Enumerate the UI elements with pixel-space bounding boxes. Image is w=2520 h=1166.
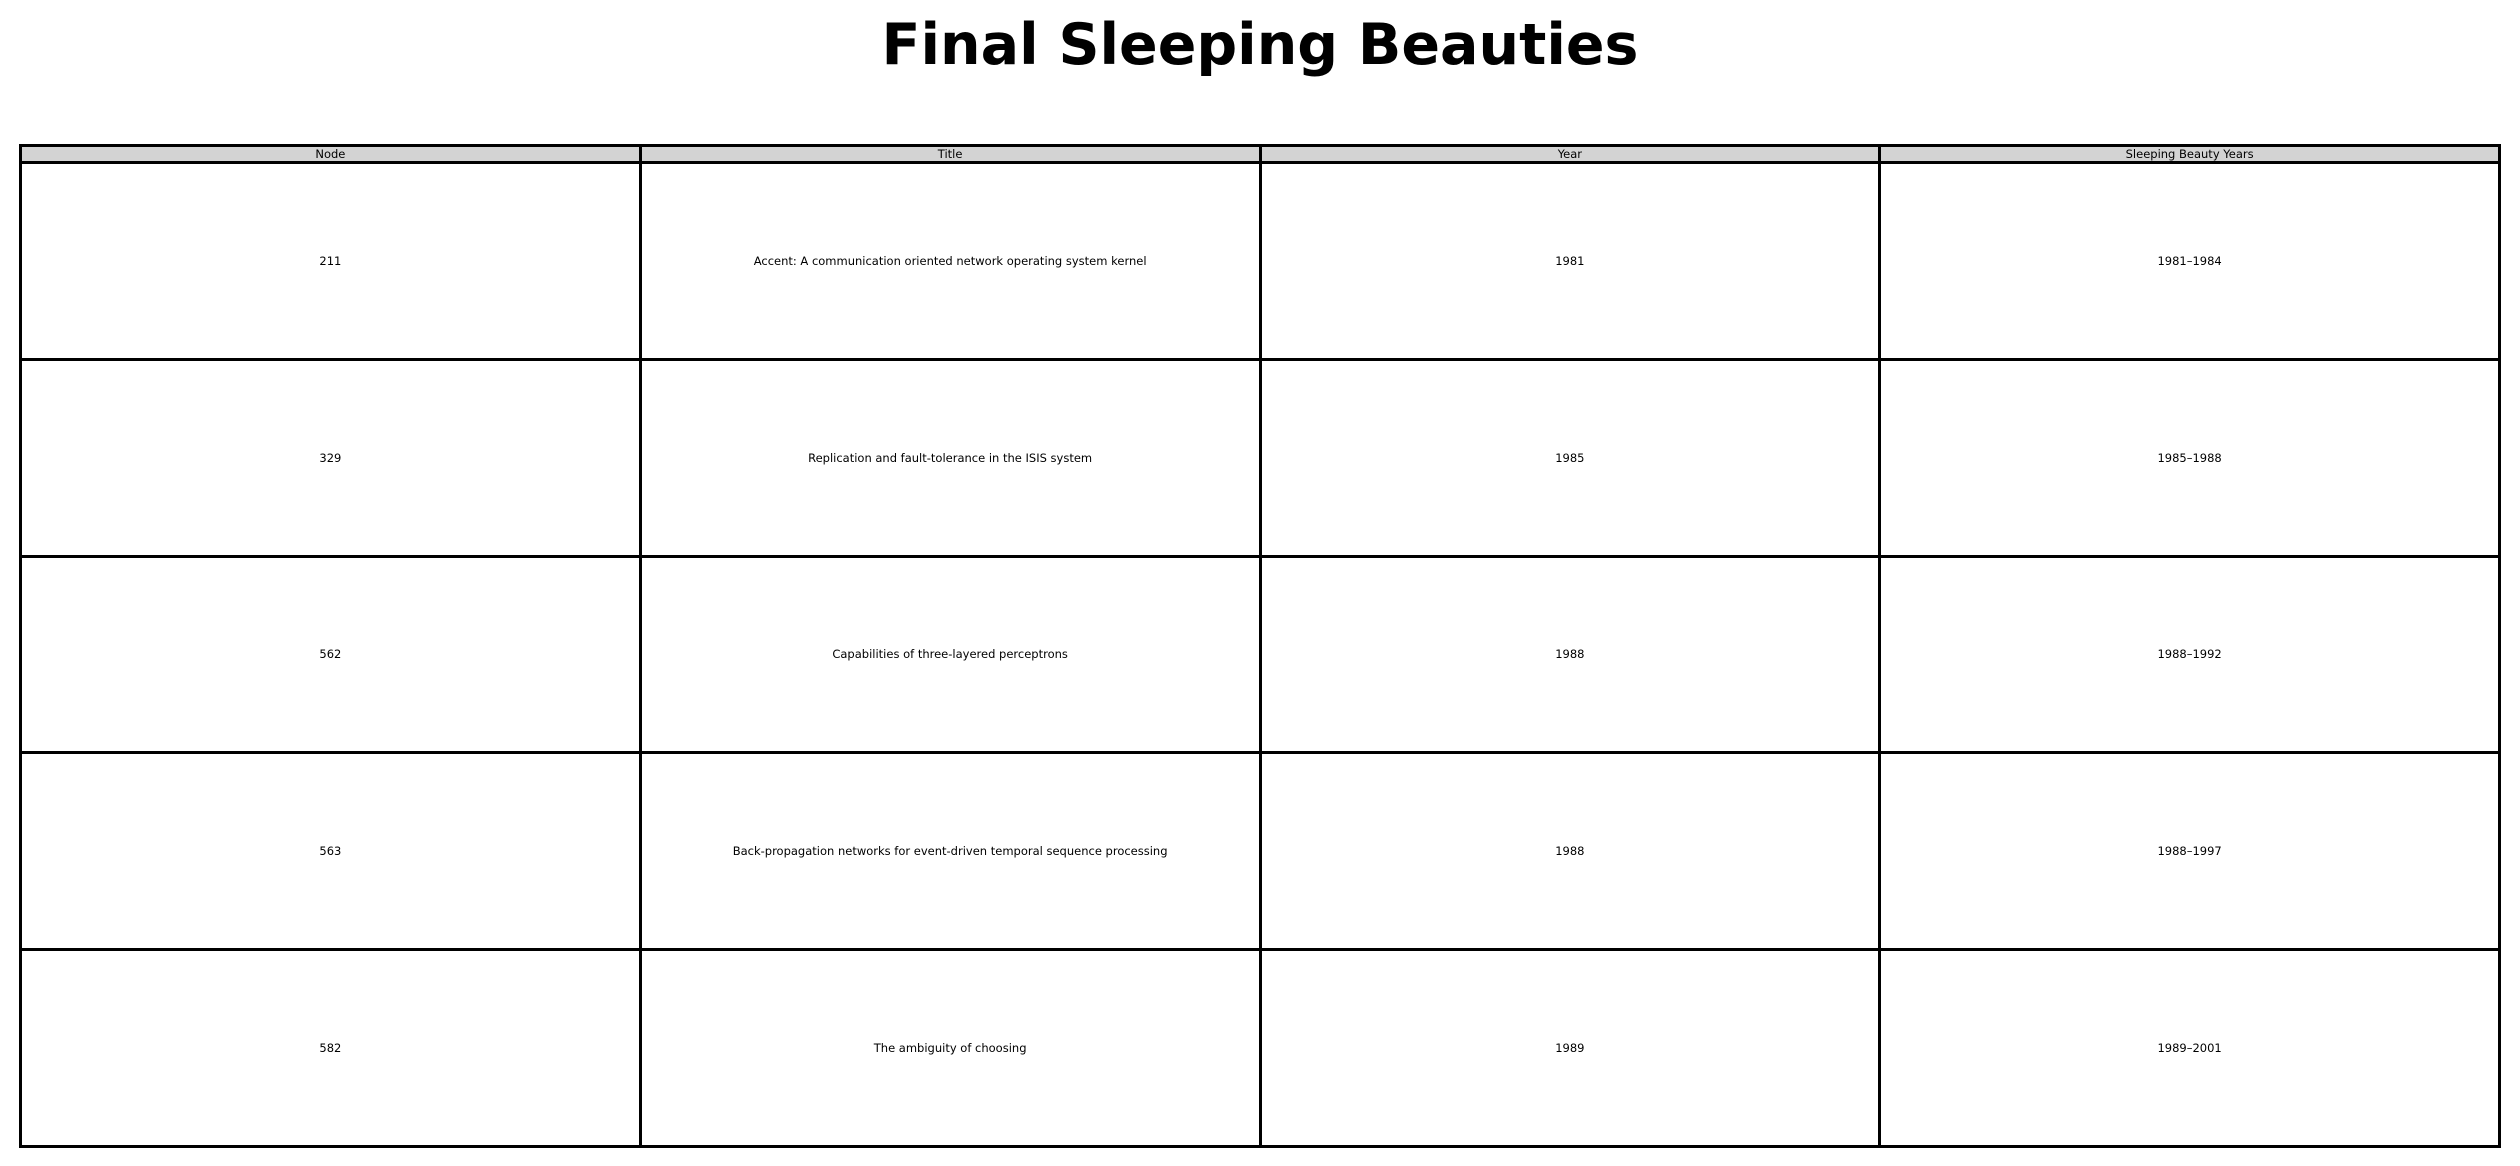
cell-title: Accent: A communication oriented network… [638, 161, 1262, 361]
header-cell-year: Year [1258, 144, 1882, 164]
table-row: 329 Replication and fault-tolerance in t… [19, 357, 2501, 558]
cell-node: 582 [19, 948, 642, 1148]
table-row: 211 Accent: A communication oriented net… [19, 161, 2501, 361]
cell-sleeping-beauty-years: 1989–2001 [1878, 948, 2501, 1148]
cell-year: 1989 [1258, 948, 1882, 1148]
table-row: 563 Back-propagation networks for event-… [19, 751, 2501, 952]
cell-title: Replication and fault-tolerance in the I… [638, 357, 1262, 558]
cell-year: 1985 [1258, 357, 1882, 558]
cell-year: 1981 [1258, 161, 1882, 361]
data-table: Node Title Year Sleeping Beauty Years 21… [19, 144, 2501, 1148]
cell-title: The ambiguity of choosing [638, 948, 1262, 1148]
cell-node: 211 [19, 161, 642, 361]
cell-node: 563 [19, 751, 642, 952]
table-row: 582 The ambiguity of choosing 1989 1989–… [19, 948, 2501, 1148]
cell-sleeping-beauty-years: 1988–1997 [1878, 751, 2501, 952]
cell-node: 329 [19, 357, 642, 558]
cell-year: 1988 [1258, 751, 1882, 952]
header-cell-title: Title [638, 144, 1262, 164]
chart-title: Final Sleeping Beauties [881, 12, 1639, 78]
cell-title: Capabilities of three-layered perceptron… [638, 554, 1262, 755]
cell-title: Back-propagation networks for event-driv… [638, 751, 1262, 952]
cell-year: 1988 [1258, 554, 1882, 755]
table-header-row: Node Title Year Sleeping Beauty Years [19, 144, 2501, 164]
header-cell-node: Node [19, 144, 642, 164]
cell-sleeping-beauty-years: 1981–1984 [1878, 161, 2501, 361]
header-cell-sleeping-beauty-years: Sleeping Beauty Years [1878, 144, 2501, 164]
cell-sleeping-beauty-years: 1985–1988 [1878, 357, 2501, 558]
cell-sleeping-beauty-years: 1988–1992 [1878, 554, 2501, 755]
cell-node: 562 [19, 554, 642, 755]
table-row: 562 Capabilities of three-layered percep… [19, 554, 2501, 755]
